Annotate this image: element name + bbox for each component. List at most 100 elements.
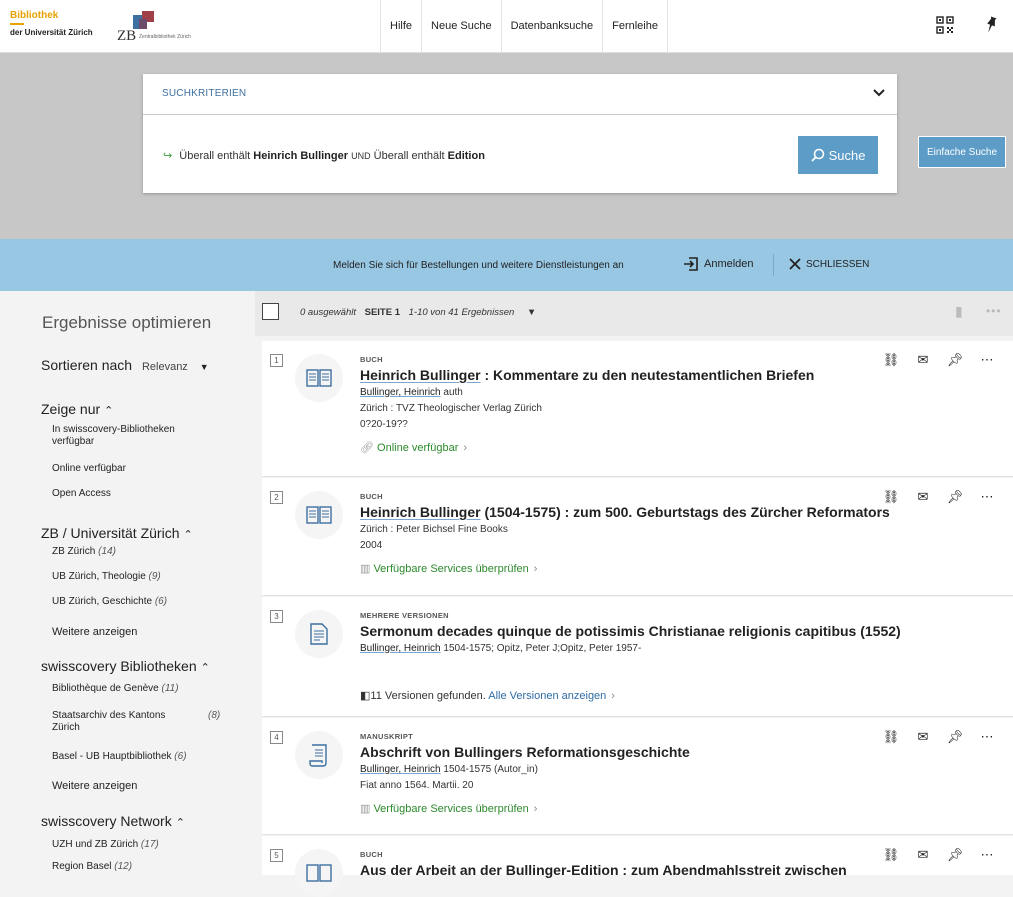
- result-author-line: Bullinger, Heinrich 1504-1575; Opitz, Pe…: [360, 643, 641, 654]
- result-author-line: Bullinger, Heinrich auth: [360, 387, 463, 398]
- facet-item[interactable]: Bibliothèque de Genève (11): [52, 683, 207, 695]
- chevron-right-icon: ›: [611, 690, 615, 702]
- facet-item-count: (14): [98, 546, 116, 557]
- pin-icon[interactable]: [981, 16, 1001, 36]
- login-link[interactable]: Anmelden: [683, 256, 754, 272]
- facet-heading-label: Zeige nur: [41, 401, 101, 417]
- search-criteria-header[interactable]: SUCHKRITERIEN: [143, 74, 897, 115]
- facet-item[interactable]: Online verfügbar: [52, 463, 207, 475]
- pin-icon[interactable]: 📌︎: [946, 488, 964, 506]
- result-title[interactable]: Aus der Arbeit an der Bullinger-Edition …: [360, 862, 847, 878]
- result-title[interactable]: Sermonum decades quinque de potissimis C…: [360, 623, 901, 639]
- facet-heading-zb-uzh[interactable]: ZB / Universität Zürich ⌃: [41, 525, 193, 541]
- simple-search-button[interactable]: Einfache Suche: [918, 136, 1006, 168]
- chevron-up-icon: ⌃: [183, 529, 193, 541]
- facet-item[interactable]: In swisscovery-Bibliotheken verfügbar: [52, 424, 207, 448]
- nav-fernleihe[interactable]: Fernleihe: [603, 0, 668, 53]
- search-area: SUCHKRITERIEN ↪ Überall enthält Heinrich…: [0, 53, 1013, 239]
- select-all-checkbox[interactable]: [262, 303, 279, 320]
- facet-heading-zeige-nur[interactable]: Zeige nur ⌃: [41, 401, 113, 417]
- all-versions-link[interactable]: Alle Versionen anzeigen: [488, 690, 606, 702]
- result-item[interactable]: 4 MANUSKRIPT Abschrift von Bullingers Re…: [262, 718, 1013, 835]
- facet-item[interactable]: UZH und ZB Zürich (17): [52, 839, 207, 851]
- close-banner-button[interactable]: SCHLIESSEN: [789, 258, 869, 270]
- author-link[interactable]: Bullinger, Heinrich: [360, 387, 441, 398]
- facet-heading-swisscovery-network[interactable]: swisscovery Network ⌃: [41, 813, 185, 829]
- facet-item-count: (6): [154, 596, 168, 607]
- result-title[interactable]: Heinrich Bullinger (1504-1575) : zum 500…: [360, 504, 890, 520]
- facet-heading-swisscovery-bibliotheken[interactable]: swisscovery Bibliotheken ⌃: [41, 658, 210, 674]
- chevron-right-icon: ›: [463, 442, 468, 454]
- chevron-right-icon: ›: [533, 803, 538, 815]
- facet-item[interactable]: Staatsarchiv des Kantons Zürich (8): [52, 710, 220, 734]
- facet-item-label: UB Zürich, Theologie: [52, 571, 146, 582]
- availability-link[interactable]: ▥ Verfügbare Services überprüfen ›: [360, 802, 537, 815]
- chevron-down-icon[interactable]: [873, 84, 885, 100]
- search-button[interactable]: Suche: [798, 136, 878, 174]
- facet-item[interactable]: ZB Zürich (14): [52, 546, 207, 558]
- result-actions: ⛓ ✉ 📌︎ ⋯: [882, 351, 996, 369]
- zb-logo[interactable]: ZB Zentralbibliothek Zürich: [117, 11, 207, 44]
- nav-datenbanksuche[interactable]: Datenbanksuche: [502, 0, 604, 53]
- email-icon[interactable]: ✉: [914, 488, 932, 506]
- show-more-link[interactable]: Weitere anzeigen: [52, 626, 207, 638]
- facet-heading-label: ZB / Universität Zürich: [41, 525, 180, 541]
- permalink-icon[interactable]: ⛓: [882, 728, 900, 746]
- result-publisher: Zürich : Peter Bichsel Fine Books: [360, 524, 508, 535]
- availability-link[interactable]: ▥ Verfügbare Services überprüfen ›: [360, 562, 537, 575]
- result-title[interactable]: Heinrich Bullinger : Kommentare zu den n…: [360, 367, 814, 383]
- result-item[interactable]: 5 BUCH Aus der Arbeit an der Bullinger-E…: [262, 836, 1013, 897]
- facet-item-count: (11): [161, 683, 179, 694]
- nav-neue-suche[interactable]: Neue Suche: [422, 0, 502, 53]
- more-options-icon[interactable]: ⋯: [978, 846, 996, 864]
- sort-control[interactable]: Sortieren nach Relevanz ▼: [41, 357, 209, 373]
- page-indicator: SEITE 1: [364, 307, 400, 318]
- permalink-icon[interactable]: ⛓: [882, 488, 900, 506]
- versions-line: ◧11 Versionen gefunden. Alle Versionen a…: [360, 689, 615, 702]
- facet-item[interactable]: Basel - UB Hauptbibliothek (6): [52, 751, 207, 763]
- result-item[interactable]: 1 BUCH Heinrich Bullinger : Kommentare z…: [262, 341, 1013, 477]
- uzh-library-logo[interactable]: Bibliothek der Universität Zürich: [10, 10, 93, 38]
- more-options-icon[interactable]: ⋯: [978, 728, 996, 746]
- email-icon[interactable]: ✉: [914, 728, 932, 746]
- email-icon[interactable]: ✉: [914, 351, 932, 369]
- login-banner: Melden Sie sich für Bestellungen und wei…: [0, 239, 1013, 291]
- result-item[interactable]: 3 MEHRERE VERSIONEN Sermonum decades qui…: [262, 597, 1013, 717]
- sort-value[interactable]: Relevanz: [142, 361, 188, 373]
- search-criteria-tab[interactable]: SUCHKRITERIEN: [162, 88, 246, 99]
- qr-code-icon[interactable]: [935, 16, 955, 36]
- author-link[interactable]: Bullinger, Heinrich: [360, 643, 441, 654]
- show-more-link[interactable]: Weitere anzeigen: [52, 780, 207, 792]
- caret-down-icon[interactable]: ▼: [200, 362, 209, 372]
- facet-item[interactable]: Open Access: [52, 488, 207, 500]
- pin-icon[interactable]: 📌︎: [946, 351, 964, 369]
- caret-down-icon[interactable]: ▼: [527, 307, 536, 318]
- facet-item-count: (8): [208, 710, 221, 721]
- author-link[interactable]: Bullinger, Heinrich: [360, 764, 441, 775]
- chevron-up-icon: ⌃: [104, 405, 114, 417]
- facet-item[interactable]: UB Zürich, Theologie (9): [52, 571, 207, 583]
- book-icon: [295, 849, 343, 897]
- facet-item[interactable]: UB Zürich, Geschichte (6): [52, 596, 207, 608]
- nav-hilfe[interactable]: Hilfe: [380, 0, 423, 53]
- more-options-icon[interactable]: ⋯: [978, 488, 996, 506]
- pin-icon[interactable]: ▮: [955, 303, 963, 320]
- result-number: 4: [270, 731, 283, 744]
- result-title[interactable]: Abschrift von Bullingers Reformationsges…: [360, 744, 690, 760]
- result-item[interactable]: 2 BUCH Heinrich Bullinger (1504-1575) : …: [262, 478, 1013, 596]
- facet-item[interactable]: Region Basel (12): [52, 861, 207, 873]
- email-icon[interactable]: ✉: [914, 846, 932, 864]
- title-highlight[interactable]: Heinrich Bullinger: [360, 367, 481, 383]
- more-options-icon[interactable]: ⋯: [978, 351, 996, 369]
- chevron-up-icon: ⌃: [200, 662, 210, 674]
- more-options-icon[interactable]: •••: [986, 304, 1002, 318]
- pin-icon[interactable]: 📌︎: [946, 728, 964, 746]
- document-icon: [295, 610, 343, 658]
- availability-link[interactable]: 🔗︎ Online verfügbar ›: [360, 441, 467, 454]
- title-highlight[interactable]: Heinrich Bullinger: [360, 504, 481, 520]
- result-date: 0?20-19??: [360, 419, 408, 430]
- permalink-icon[interactable]: ⛓: [882, 846, 900, 864]
- versions-icon: ◧: [360, 690, 371, 702]
- pin-icon[interactable]: 📌︎: [946, 846, 964, 864]
- permalink-icon[interactable]: ⛓: [882, 351, 900, 369]
